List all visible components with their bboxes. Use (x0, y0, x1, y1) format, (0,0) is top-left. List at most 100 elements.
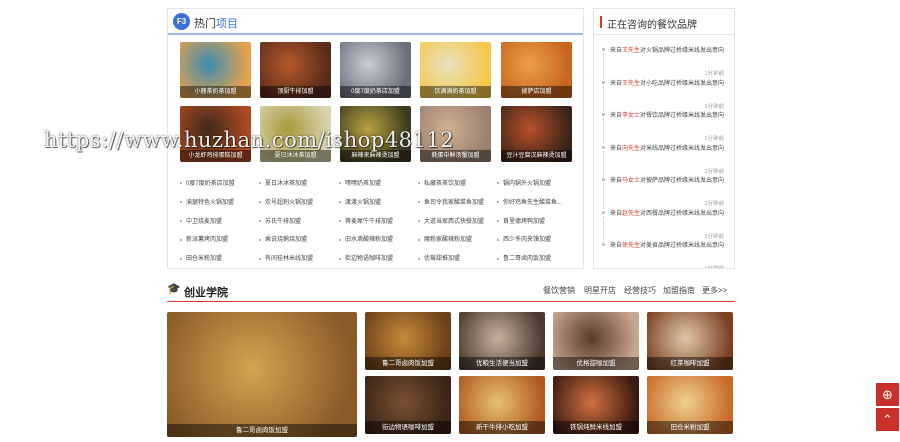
timeline-line (603, 53, 604, 79)
consult-prefix: 来自 (610, 113, 623, 119)
accent-bar (600, 16, 602, 28)
article-image[interactable]: 优格甜咖加盟 (553, 312, 639, 370)
thumbnail-caption: 饮满满奶茶加盟 (420, 86, 491, 98)
consult-name: 李女士 (622, 113, 641, 119)
project-link[interactable]: 0度7度奶茶店加盟 (180, 178, 235, 187)
project-link[interactable]: 西少冬肉夹馍加盟 (497, 234, 551, 243)
consult-prefix: 来自 (610, 243, 623, 249)
project-link[interactable]: 魔粉家酸辣粉加盟 (418, 234, 472, 243)
consult-message: 对餐饮品牌过桥缘米线发出意向 (640, 113, 725, 119)
consult-text: 来自王先生对小吃品牌过桥缘米线发出意向 (610, 78, 728, 90)
project-thumbnail[interactable]: 小鹿茶奶茶加盟 (180, 42, 251, 98)
consult-time: 1分钟前 (704, 168, 724, 175)
consult-prefix: 来自 (610, 178, 623, 184)
article-image[interactable]: 红茶咖啡加盟 (647, 312, 733, 370)
tile-caption: 鲁二哥卤肉饭加盟 (365, 357, 451, 370)
project-link[interactable]: 嘿嘿奶茶加盟 (339, 178, 381, 187)
consulting-title: 正在咨询的餐饮品牌 (607, 20, 697, 31)
article-image[interactable]: 街边物语咖啡加盟 (365, 376, 451, 434)
project-thumbnail[interactable]: 小龙虾鸡排蛋糕加盟 (180, 106, 251, 162)
consulting-panel: 正在咨询的餐饮品牌 来自王先生对火锅品牌过桥缘米线发出意向 1分钟前 来自王先生对小… (593, 8, 735, 269)
project-thumbnail[interactable]: 0度7度奶茶店加盟 (340, 42, 411, 98)
timeline-line (603, 183, 604, 209)
consult-message: 对火锅品牌过桥缘米线发出意向 (640, 48, 725, 54)
thumbnail-caption: 小龙虾鸡排蛋糕加盟 (180, 150, 251, 162)
project-link[interactable]: 渝瑟特色火锅加盟 (180, 197, 234, 206)
article-image[interactable]: 优粮生活便当加盟 (459, 312, 545, 370)
project-link[interactable]: 蒋麦犀牛牛排加盟 (339, 216, 393, 225)
consulting-header: 正在咨询的餐饮品牌 (594, 9, 734, 35)
project-thumbnail[interactable]: 顶厨牛排加盟 (260, 42, 331, 98)
consult-name: 王先生 (622, 80, 641, 87)
tile-caption: 红茶咖啡加盟 (647, 357, 733, 370)
featured-article-image[interactable]: 鲁二哥卤肉饭加盟 (167, 312, 357, 437)
project-link[interactable]: 首里德烤鸭加盟 (497, 216, 545, 225)
project-link[interactable]: 夏日沐沐茶加盟 (259, 178, 307, 187)
project-link[interactable]: 鲁二哥卤肉饭加盟 (497, 253, 551, 262)
consult-time: 1分钟前 (704, 103, 724, 110)
project-link[interactable]: 锅内锅外火锅加盟 (497, 178, 551, 187)
hot-projects-title: 热门项目 (194, 15, 238, 31)
article-image[interactable]: 新干牛排小吃加盟 (459, 376, 545, 434)
consult-time: 1分钟前 (704, 71, 724, 77)
timeline-line (603, 150, 604, 177)
project-link[interactable]: 你好鸡鱼先生酸菜鱼... (497, 197, 562, 206)
article-image[interactable]: 鲁二哥卤肉饭加盟 (365, 312, 451, 370)
project-link[interactable]: 苏氏牛排加盟 (259, 216, 301, 225)
academy-header: 🎓 创业学院 餐饮营销 明星开店 经营技巧 加盟指南 更多>> (167, 280, 735, 302)
project-link[interactable]: 渡渡火锅加盟 (339, 197, 381, 206)
consult-text: 来自赵先生对西餐品牌过桥缘米线发出意向 (610, 208, 728, 220)
academy-link[interactable]: 餐饮营销 (543, 285, 575, 296)
tile-caption: 田仓米粉加盟 (647, 421, 733, 434)
project-thumbnail[interactable]: 饮满满奶茶加盟 (420, 42, 491, 98)
project-link[interactable]: 鱼司令我家酸菜鱼加盟 (418, 197, 484, 206)
consult-time: 1分钟前 (704, 201, 724, 207)
project-link[interactable]: 私藏茶茶饮加盟 (418, 178, 466, 187)
graduation-cap-icon: 🎓 (167, 283, 181, 295)
consult-message: 对小吃品牌过桥缘米线发出意向 (640, 80, 725, 87)
academy-link[interactable]: 加盟指南 (663, 285, 695, 296)
project-link[interactable]: 有间桂林米线加盟 (259, 253, 313, 262)
project-link[interactable]: 大道当家西式快餐加盟 (418, 216, 484, 225)
project-thumbnail[interactable]: 披萨店加盟 (501, 42, 572, 98)
consult-name: 王先生 (622, 48, 641, 54)
back-to-top-button[interactable]: ⌃ (876, 408, 899, 431)
timeline-dot (602, 113, 605, 116)
article-image[interactable]: 田仓米粉加盟 (647, 376, 733, 434)
article-image[interactable]: 铁锅炖鲜米线加盟 (553, 376, 639, 434)
timeline-line (603, 118, 604, 144)
thumbnail-caption: 小鹿茶奶茶加盟 (180, 86, 251, 98)
project-link[interactable]: 欢号超刺火锅加盟 (259, 197, 313, 206)
project-thumbnail[interactable]: 豆汁豆腐汉麻辣烫加盟 (501, 106, 572, 162)
consult-message: 对美食品牌过桥缘米线发出意向 (640, 243, 725, 249)
thumbnail-caption: 夏日沐沐茶加盟 (260, 150, 331, 162)
project-thumbnail[interactable]: 蚝蛋中鲜汤蟹加盟 (420, 106, 491, 162)
consult-name: 徐先生 (622, 243, 641, 249)
project-link[interactable]: 乘说烧鹅烧加盟 (259, 234, 307, 243)
project-link[interactable]: 新派薯烤肉加盟 (180, 234, 228, 243)
project-link[interactable]: 中卫烧麦加盟 (180, 216, 222, 225)
floor-badge-icon: F3 (173, 13, 190, 30)
tile-caption: 优格甜咖加盟 (553, 357, 639, 370)
academy-link[interactable]: 经营技巧 (624, 285, 656, 296)
project-thumbnail[interactable]: 麻辣来麻辣烫加盟 (340, 106, 411, 162)
academy-link[interactable]: 明星开店 (584, 285, 616, 296)
project-link[interactable]: 优莓甜推加盟 (418, 253, 460, 262)
project-thumbnail[interactable]: 夏日沐沐茶加盟 (260, 106, 331, 162)
academy-link[interactable]: 更多>> (702, 285, 727, 296)
consult-name: 向先生 (622, 145, 641, 152)
consult-time: 1分钟前 (704, 233, 724, 240)
tile-caption: 铁锅炖鲜米线加盟 (553, 421, 639, 434)
consult-text: 来自徐先生对美食品牌过桥缘米线发出意向 (610, 240, 728, 252)
tile-caption: 优粮生活便当加盟 (459, 357, 545, 370)
plus-circle-icon[interactable]: ⊕ (876, 383, 899, 406)
project-link[interactable]: 田仓米粉加盟 (180, 253, 222, 262)
consult-name: 马女士 (622, 178, 641, 184)
thumbnail-caption: 麻辣来麻辣烫加盟 (340, 150, 411, 162)
thumbnail-caption: 豆汁豆腐汉麻辣烫加盟 (501, 150, 572, 162)
project-link[interactable]: 旧水滴酸辣粉加盟 (339, 234, 393, 243)
consult-text: 来自李女士对餐饮品牌过桥缘米线发出意向 (610, 110, 728, 122)
project-link[interactable]: 街边物语咖啡加盟 (339, 253, 393, 262)
consult-prefix: 来自 (610, 210, 623, 217)
consult-text: 来自向先生对米线品牌过桥缘米线发出意向 (610, 143, 728, 155)
